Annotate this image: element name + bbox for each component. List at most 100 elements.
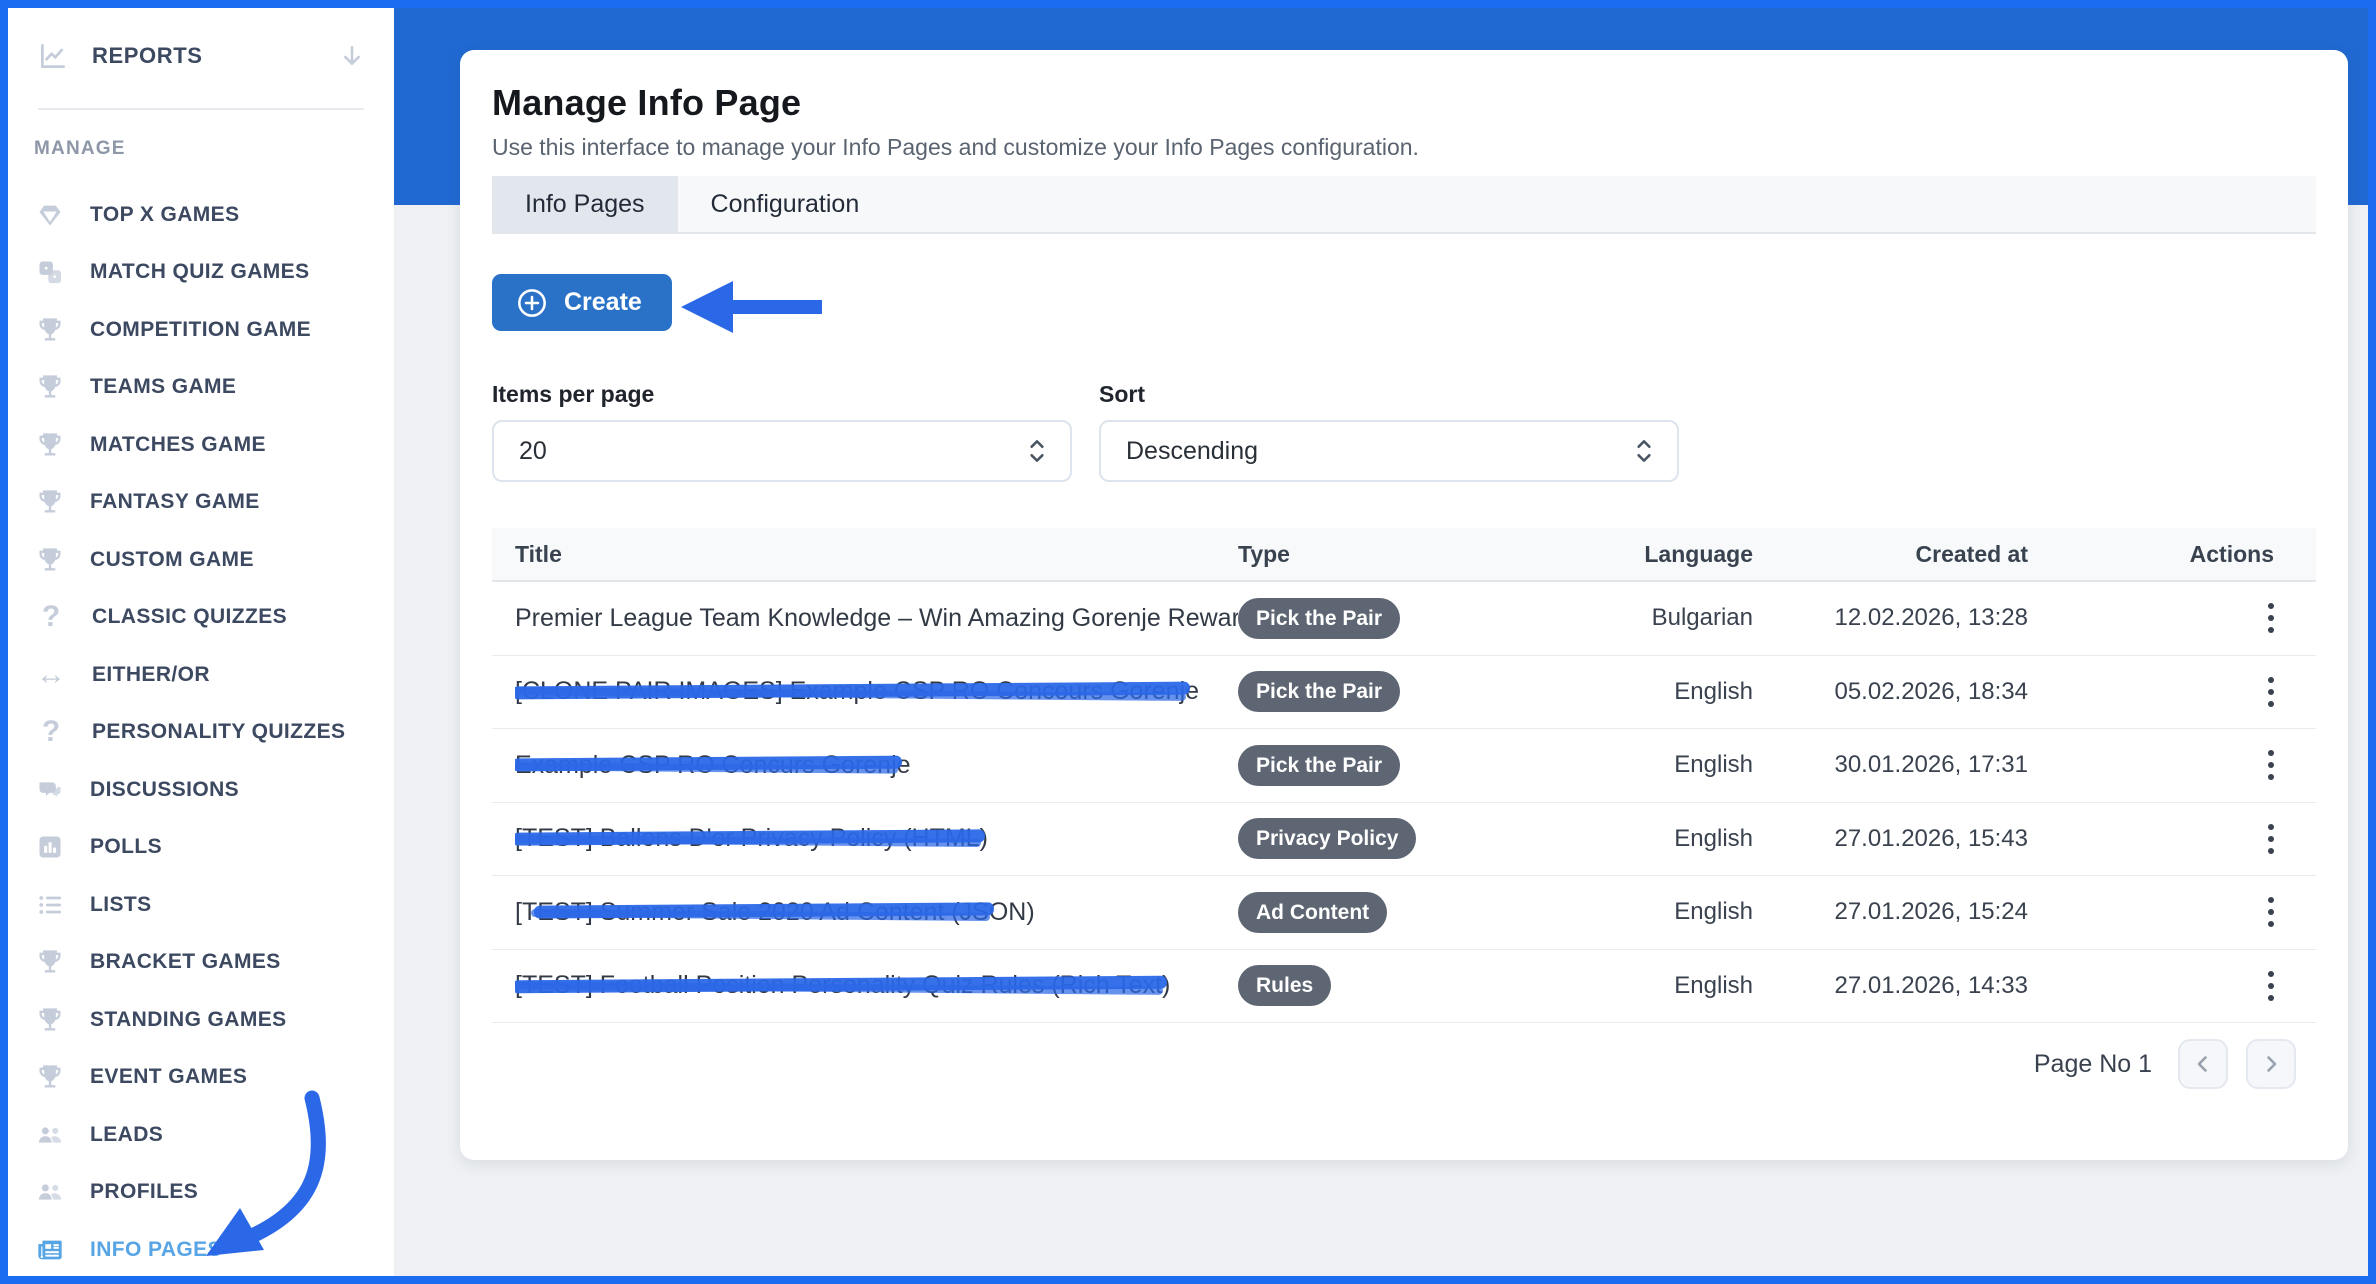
list-icon xyxy=(36,891,64,919)
table-row: Example CSP RO Concurs Gorenje Pick the … xyxy=(492,729,2316,803)
sidebar-item-leads[interactable]: LEADS xyxy=(8,1106,394,1164)
row-actions xyxy=(2028,965,2316,1007)
sidebar-item-matches-game[interactable]: MATCHES GAME xyxy=(8,416,394,474)
row-type: Pick the Pair xyxy=(1238,745,1638,786)
sort-filter: Sort Descending xyxy=(1099,381,1679,482)
row-created-at: 27.01.2026, 15:24 xyxy=(1753,898,2028,926)
trophy-icon xyxy=(36,546,64,574)
sidebar-item-personality-quizzes[interactable]: ? PERSONALITY QUIZZES xyxy=(8,704,394,762)
row-created-at: 30.01.2026, 17:31 xyxy=(1753,751,2028,779)
table-row: [CLONE PAIR IMAGES] Example CSP RO Conco… xyxy=(492,656,2316,730)
row-type: Ad Content xyxy=(1238,892,1638,933)
row-title: [CLONE PAIR IMAGES] Example CSP RO Conco… xyxy=(515,677,1238,706)
bar-chart-icon xyxy=(36,833,64,861)
kebab-menu-icon[interactable] xyxy=(2258,744,2284,786)
tab-configuration[interactable]: Configuration xyxy=(678,176,893,232)
redacted-text: [TEST] Ballons D'or Privacy Policy (HTML xyxy=(515,824,980,852)
row-actions xyxy=(2028,671,2316,713)
sidebar-item-classic-quizzes[interactable]: ? CLASSIC QUIZZES xyxy=(8,589,394,647)
next-page-button[interactable] xyxy=(2246,1039,2296,1089)
type-badge: Rules xyxy=(1238,965,1331,1006)
row-actions xyxy=(2028,891,2316,933)
page-subtitle: Use this interface to manage your Info P… xyxy=(492,134,2316,161)
row-title: Premier League Team Knowledge – Win Amaz… xyxy=(515,604,1238,633)
kebab-menu-icon[interactable] xyxy=(2258,671,2284,713)
pagination: Page No 1 xyxy=(492,1039,2316,1089)
sidebar-item-lists[interactable]: LISTS xyxy=(8,876,394,934)
items-per-page-select[interactable]: 20 xyxy=(492,420,1072,482)
sidebar-item-bracket-games[interactable]: BRACKET GAMES xyxy=(8,934,394,992)
tab-info-pages[interactable]: Info Pages xyxy=(492,176,678,232)
sidebar-item-discussions[interactable]: DISCUSSIONS xyxy=(8,761,394,819)
sidebar-section-label: MANAGE xyxy=(34,138,394,160)
dice-icon xyxy=(36,258,64,286)
kebab-menu-icon[interactable] xyxy=(2258,597,2284,639)
kebab-menu-icon[interactable] xyxy=(2258,818,2284,860)
row-title: [TEST] Football Position Personality Qui… xyxy=(515,971,1238,1000)
redacted-text: [TEST] Football Position Personality Qui… xyxy=(515,971,1162,999)
redacted-text: Example CSP RO Concurs Gorenj xyxy=(515,751,897,779)
row-created-at: 12.02.2026, 13:28 xyxy=(1753,604,2028,632)
type-badge: Pick the Pair xyxy=(1238,671,1400,712)
sidebar: REPORTS MANAGE TOP X GAMES MATCH QUIZ GA… xyxy=(8,8,394,1276)
sidebar-item-top-x-games[interactable]: TOP X GAMES xyxy=(8,186,394,244)
col-type: Type xyxy=(1238,541,1638,568)
create-button[interactable]: Create xyxy=(492,274,672,331)
row-created-at: 05.02.2026, 18:34 xyxy=(1753,678,2028,706)
col-title: Title xyxy=(515,541,1238,568)
kebab-menu-icon[interactable] xyxy=(2258,965,2284,1007)
col-created-at: Created at xyxy=(1753,541,2028,568)
trophy-icon xyxy=(36,373,64,401)
chat-bubbles-icon xyxy=(36,776,64,804)
trophy-icon xyxy=(36,1006,64,1034)
sidebar-item-profiles[interactable]: PROFILES xyxy=(8,1164,394,1222)
row-language: English xyxy=(1638,678,1753,706)
row-actions xyxy=(2028,744,2316,786)
sidebar-item-standing-games[interactable]: STANDING GAMES xyxy=(8,991,394,1049)
row-type: Pick the Pair xyxy=(1238,671,1638,712)
prev-page-button[interactable] xyxy=(2178,1039,2228,1089)
sort-select[interactable]: Descending xyxy=(1099,420,1679,482)
sidebar-item-custom-game[interactable]: CUSTOM GAME xyxy=(8,531,394,589)
trophy-icon xyxy=(36,488,64,516)
question-icon: ? xyxy=(36,602,66,632)
sidebar-item-competition-game[interactable]: COMPETITION GAME xyxy=(8,301,394,359)
arrow-down-icon[interactable] xyxy=(338,42,366,70)
tab-bar: Info Pages Configuration xyxy=(492,176,2316,234)
table-row: [TEST] Football Position Personality Qui… xyxy=(492,950,2316,1024)
type-badge: Ad Content xyxy=(1238,892,1387,933)
left-right-arrow-icon: ↔ xyxy=(36,660,66,690)
table-header-row: Title Type Language Created at Actions xyxy=(492,528,2316,582)
gem-icon xyxy=(36,201,64,229)
sidebar-item-info-pages[interactable]: INFO PAGES xyxy=(8,1221,394,1279)
sidebar-item-polls[interactable]: POLLS xyxy=(8,819,394,877)
sidebar-item-event-games[interactable]: EVENT GAMES xyxy=(8,1049,394,1107)
main-card: Manage Info Page Use this interface to m… xyxy=(460,50,2348,1160)
newspaper-icon xyxy=(36,1236,64,1264)
row-type: Privacy Policy xyxy=(1238,818,1638,859)
plus-circle-icon xyxy=(516,287,548,319)
people-icon xyxy=(36,1121,64,1149)
trophy-icon xyxy=(36,431,64,459)
trophy-icon xyxy=(36,948,64,976)
sidebar-item-teams-game[interactable]: TEAMS GAME xyxy=(8,359,394,417)
kebab-menu-icon[interactable] xyxy=(2258,891,2284,933)
sidebar-nav: TOP X GAMES MATCH QUIZ GAMES COMPETITION… xyxy=(8,186,394,1279)
trophy-icon xyxy=(36,316,64,344)
col-language: Language xyxy=(1638,541,1753,568)
create-button-label: Create xyxy=(564,288,642,317)
table-row: [TEST] Summer Sale 2020 Ad Content (JSON… xyxy=(492,876,2316,950)
redacted-text: [CLONE PAIR IMAGES] Example CSP RO Conco… xyxy=(515,677,1185,705)
sidebar-item-reports[interactable]: REPORTS xyxy=(38,28,366,84)
page-number-label: Page No 1 xyxy=(2034,1050,2152,1079)
col-actions: Actions xyxy=(2028,541,2316,568)
filters-row: Items per page 20 Sort Descending xyxy=(492,381,2316,482)
row-type: Rules xyxy=(1238,965,1638,1006)
items-per-page-label: Items per page xyxy=(492,381,1072,408)
table-row: Premier League Team Knowledge – Win Amaz… xyxy=(492,582,2316,656)
row-title: [TEST] Ballons D'or Privacy Policy (HTML… xyxy=(515,824,1238,853)
sidebar-item-either-or[interactable]: ↔ EITHER/OR xyxy=(8,646,394,704)
sidebar-item-match-quiz-games[interactable]: MATCH QUIZ GAMES xyxy=(8,244,394,302)
row-language: English xyxy=(1638,825,1753,853)
sidebar-item-fantasy-game[interactable]: FANTASY GAME xyxy=(8,474,394,532)
